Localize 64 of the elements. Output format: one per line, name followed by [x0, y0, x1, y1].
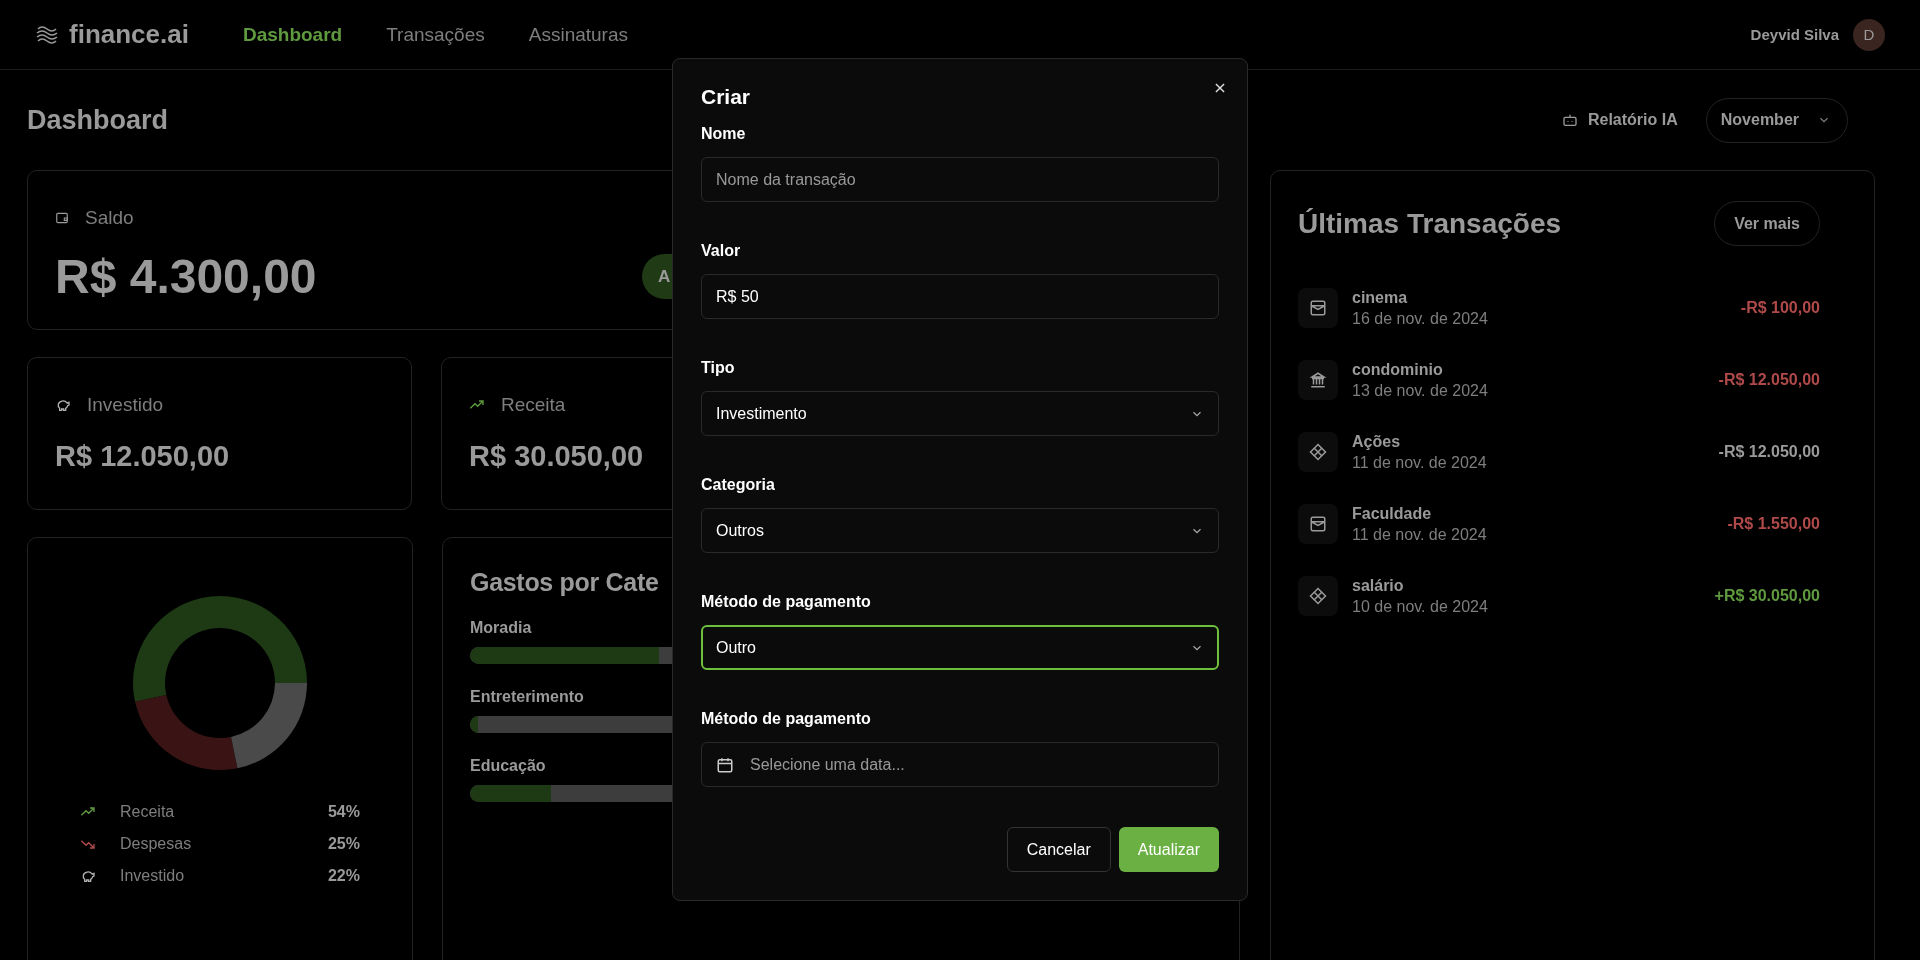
cancel-button[interactable]: Cancelar	[1006, 827, 1111, 872]
user-avatar[interactable]: D	[1853, 18, 1885, 51]
dialog-title: Criar	[701, 85, 751, 109]
text-field[interactable]: R$ 50	[701, 274, 1219, 319]
field-label: Categoria	[701, 476, 775, 494]
add-transaction-button[interactable]: A	[642, 254, 672, 299]
legend-label: Despesas	[120, 835, 192, 853]
nav-tab[interactable]: Dashboard	[242, 23, 343, 46]
category-name: Educação	[470, 757, 546, 775]
piggy-bank-icon	[55, 397, 71, 413]
summary-value: R$ 12.050,00	[55, 440, 230, 473]
text-field[interactable]: Nome da transação	[701, 157, 1219, 202]
nav-tab[interactable]: Assinaturas	[528, 23, 629, 46]
field-label: Valor	[701, 242, 741, 260]
transaction-amount: -R$ 12.050,00	[1718, 443, 1820, 461]
transaction-date: 16 de nov. de 2024	[1352, 309, 1488, 328]
field-label: Nome	[701, 125, 746, 143]
balance-value: R$ 4.300,00	[55, 249, 317, 304]
legend-label: Receita	[120, 803, 175, 821]
summary-label: Receita	[501, 394, 566, 416]
category-name: Entreterimento	[470, 688, 584, 706]
transaction-amount: -R$ 1.550,00	[1727, 515, 1820, 533]
piggy-bank-icon	[80, 868, 96, 884]
app-logo: finance.ai	[69, 19, 189, 50]
legend-label: Investido	[120, 867, 185, 885]
select-field[interactable]: Outro	[701, 625, 1219, 670]
field-label: Método de pagamento	[701, 710, 871, 728]
select-field[interactable]: Outros	[701, 508, 1219, 553]
transaction-amount: -R$ 12.050,00	[1718, 371, 1820, 389]
select-field[interactable]: Investimento	[701, 391, 1219, 436]
field-label: Método de pagamento	[701, 593, 871, 611]
transaction-date: 11 de nov. de 2024	[1352, 453, 1487, 472]
legend-percent: 22%	[327, 867, 360, 885]
see-more-button[interactable]: Ver mais	[1714, 201, 1820, 246]
category-title: Gastos por Cate	[470, 568, 659, 597]
user-name: Deyvid Silva	[1750, 26, 1839, 43]
diamond-icon	[1309, 587, 1327, 605]
ai-report-button[interactable]: Relatório IA	[1561, 111, 1678, 129]
date-picker-field[interactable]: Selecione uma data...	[701, 742, 1219, 787]
close-icon[interactable]	[1213, 81, 1227, 95]
transaction-name: cinema	[1352, 288, 1408, 307]
legend-percent: 54%	[327, 803, 360, 821]
summary-label: Investido	[87, 394, 164, 416]
field-label: Tipo	[701, 359, 735, 377]
diamond-icon	[1309, 443, 1327, 461]
bank-icon	[1309, 371, 1327, 389]
robot-icon	[1561, 112, 1578, 128]
nav-tab[interactable]: Transações	[386, 23, 485, 46]
balance-label: Saldo	[85, 207, 134, 229]
transaction-date: 13 de nov. de 2024	[1352, 381, 1488, 400]
transaction-date: 10 de nov. de 2024	[1352, 597, 1488, 616]
transaction-name: Ações	[1352, 432, 1401, 451]
page-title: Dashboard	[27, 104, 169, 136]
transaction-name: condominio	[1352, 360, 1443, 379]
calendar-icon	[716, 755, 734, 774]
transaction-name: Faculdade	[1352, 504, 1432, 523]
section-title: Últimas Transações	[1298, 207, 1562, 240]
transaction-name: salário	[1352, 576, 1404, 595]
transaction-date: 11 de nov. de 2024	[1352, 525, 1487, 544]
summary-value: R$ 30.050,00	[469, 440, 644, 473]
transaction-amount: -R$ 100,00	[1740, 299, 1820, 317]
category-name: Moradia	[470, 619, 532, 637]
legend-percent: 25%	[327, 835, 360, 853]
transaction-amount: +R$ 30.050,00	[1714, 587, 1820, 605]
